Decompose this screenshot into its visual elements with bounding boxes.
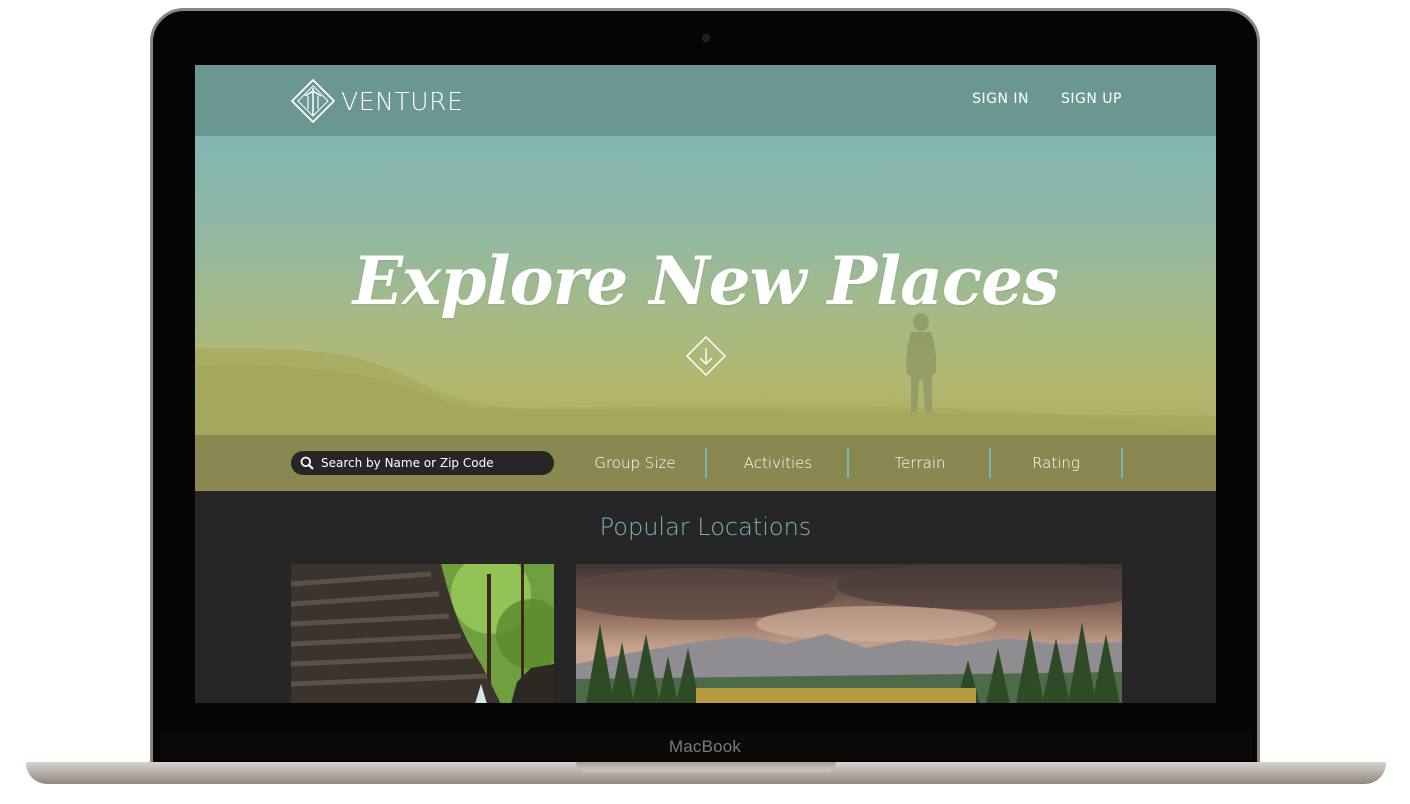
filter-bar: Group Size Activities Terrain Rating xyxy=(195,435,1216,491)
screen: VENTURE SIGN IN SIGN UP Explore New Plac… xyxy=(195,65,1216,703)
hero-title: Explore New Places xyxy=(352,242,1060,320)
brand-name: VENTURE xyxy=(341,86,464,116)
sign-in-link[interactable]: SIGN IN xyxy=(972,91,1029,107)
laptop-notch xyxy=(576,762,836,772)
search-input[interactable] xyxy=(321,456,541,470)
filter-divider xyxy=(847,448,849,478)
device-label: MacBook xyxy=(668,737,742,756)
filter-divider xyxy=(1121,448,1123,478)
nav-links: SIGN IN SIGN UP xyxy=(972,91,1122,107)
scroll-down-icon[interactable] xyxy=(686,336,726,376)
diamond-logo-icon xyxy=(291,79,335,123)
search-icon xyxy=(300,456,314,470)
sign-up-link[interactable]: SIGN UP xyxy=(1061,91,1122,107)
mountains-photo xyxy=(576,564,1122,703)
filter-rating[interactable]: Rating xyxy=(1003,447,1109,479)
filter-terrain[interactable]: Terrain xyxy=(867,447,973,479)
popular-locations-section: Popular Locations xyxy=(195,491,1216,703)
hiker-silhouette xyxy=(906,313,937,412)
filter-group-size[interactable]: Group Size xyxy=(582,447,688,479)
filter-divider xyxy=(989,448,991,478)
location-card-creek[interactable] xyxy=(291,564,554,703)
brand-logo[interactable]: VENTURE xyxy=(291,79,464,123)
top-nav: VENTURE SIGN IN SIGN UP xyxy=(195,65,1216,136)
section-title: Popular Locations xyxy=(599,513,812,541)
filter-activities[interactable]: Activities xyxy=(725,447,831,479)
camera-icon xyxy=(702,34,710,42)
filter-divider xyxy=(705,448,707,478)
hero-banner: Explore New Places xyxy=(195,136,1216,435)
creek-photo xyxy=(291,564,554,703)
location-card-mountains[interactable] xyxy=(576,564,1122,703)
search-box[interactable] xyxy=(291,451,554,475)
